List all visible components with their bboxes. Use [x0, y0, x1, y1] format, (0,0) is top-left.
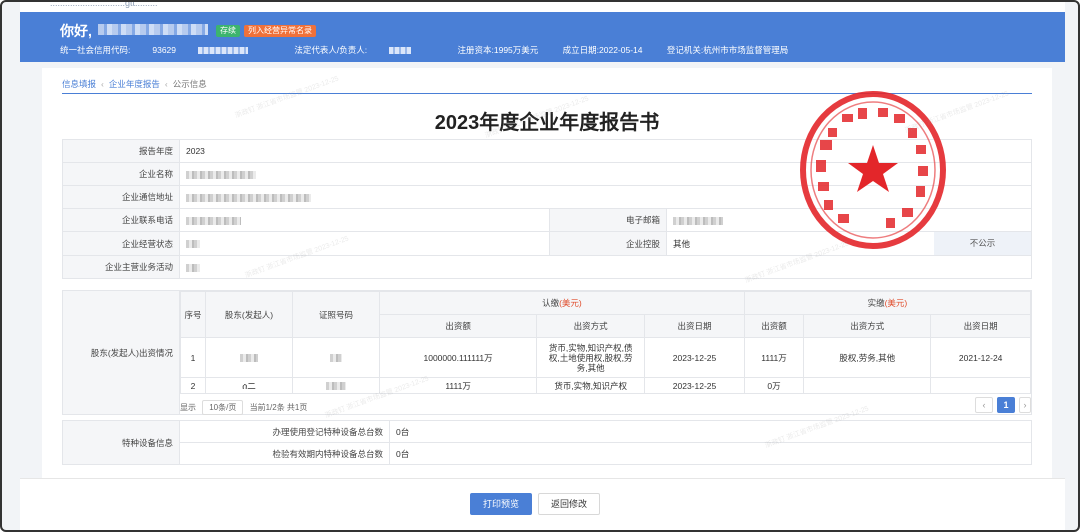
holding-label: 企业控股: [549, 231, 667, 256]
email-label: 电子邮箱: [549, 208, 667, 232]
table-row: 检验有效期内特种设备总台数 0台: [63, 442, 1032, 465]
col-paid-method: 出资方式: [803, 314, 932, 338]
redacted-text: [330, 354, 342, 363]
col-sub-amount: 出资额: [378, 314, 538, 338]
row-paid-date: 2021-12-24: [930, 337, 1031, 378]
breadcrumb-info-filing[interactable]: 信息填报: [62, 79, 96, 89]
table-row: 1 1000000.111111万 货币,实物,知识产权,债权,土地使用权,股权…: [180, 337, 1031, 378]
table-header-row: 序号 股东(发起人) 证照号码 认缴(美元) 实缴(美元): [180, 291, 1032, 338]
footer-action-bar: 打印预览 返回修改: [20, 478, 1065, 530]
equipment-section-label: 特种设备信息: [62, 420, 180, 465]
breadcrumb-current: 公示信息: [172, 79, 207, 89]
breadcrumb-separator: ‹: [164, 79, 168, 89]
legal-rep: 法定代表人/负责人:: [294, 45, 433, 55]
greeting: 你好,: [60, 23, 92, 39]
shareholder-table: 序号 股东(发起人) 证照号码 认缴(美元) 实缴(美元) 出资额 出资方式 出…: [180, 291, 1032, 394]
redacted-text: [673, 216, 723, 225]
table-row: 特种设备信息 办理使用登记特种设备总台数 0台: [62, 420, 1032, 465]
equipment-inspected-label: 检验有效期内特种设备总台数: [179, 442, 390, 465]
main-business-value: [179, 255, 1032, 279]
status-label: 企业经营状态: [62, 231, 180, 256]
breadcrumb-annual-report[interactable]: 企业年度报告: [109, 79, 160, 89]
main-business-label: 企业主营业务活动: [62, 255, 180, 279]
address-label: 企业通信地址: [62, 185, 180, 209]
row-sub-date: 2023-12-25: [644, 377, 745, 394]
page-1-button[interactable]: 1: [997, 397, 1015, 413]
official-seal-stamp: [798, 90, 948, 250]
redacted-text: [326, 382, 346, 391]
status-badge: 存续: [216, 25, 240, 37]
row-holder: [205, 337, 293, 378]
legal-rep-redacted: [389, 47, 412, 55]
name-label: 企业名称: [62, 162, 180, 186]
col-subscribed: 认缴(美元): [379, 291, 745, 315]
row-paid-method: 股权,劳务,其他: [803, 337, 932, 378]
redacted-text: [240, 354, 258, 363]
shareholder-section-label: 股东(发起人)出资情况: [63, 291, 180, 414]
equipment-registered-label: 办理使用登记特种设备总台数: [179, 420, 390, 443]
abnormal-list-badge: 列入经营异常名录: [244, 25, 316, 37]
equipment-registered-value: 0台: [389, 420, 1032, 443]
col-id: 证照号码: [292, 291, 380, 338]
col-paid: 实缴(美元): [743, 291, 1032, 315]
credit-code-redacted: [198, 47, 249, 55]
breadcrumb-separator: ‹: [101, 79, 104, 89]
row-sub-method: 货币,实物,知识产权: [536, 377, 646, 394]
redacted-text: [186, 263, 200, 272]
row-holder: ሰ⼆: [205, 377, 293, 394]
row-paid-amount: 0万: [743, 377, 805, 394]
col-sub-method: 出资方式: [536, 314, 646, 338]
pagination-status: 当前1/2条 共1页: [249, 403, 308, 412]
pagination: 显示 10条/页 当前1/2条 共1页 ‹ 1 ›: [180, 396, 1031, 415]
row-id: [292, 377, 380, 394]
row-paid-amount: 1111万: [743, 337, 805, 378]
redacted-text: [186, 193, 311, 202]
back-edit-button[interactable]: 返回修改: [538, 493, 601, 515]
redacted-text: [186, 216, 241, 225]
print-preview-button[interactable]: 打印预览: [470, 493, 533, 515]
shareholder-section: 股东(发起人)出资情况 序号 股东(发起人) 证照号码 认缴(美元) 实缴(美元…: [62, 290, 1032, 415]
table-row: 2 ሰ⼆ 1111万 货币,实物,知识产权 2023-12-25 0万: [180, 377, 1031, 394]
browser-frame: ..............................gtt.......…: [0, 0, 1080, 532]
equipment-table: 特种设备信息 办理使用登记特种设备总台数 0台 检验有效期内特种设备总台数 0台: [62, 420, 1032, 465]
company-name-redacted: [98, 24, 208, 35]
registered-capital: 注册资本:1995万美元: [457, 45, 539, 55]
row-sub-date: 2023-12-25: [644, 337, 745, 378]
header-info-row: 统一社会信用代码: 93629 法定代表人/负责人: 注册资本:1995万美元 成…: [60, 44, 810, 56]
row-paid-method: [803, 377, 932, 394]
seal-icon: [800, 91, 946, 249]
phone-label: 企业联系电话: [62, 208, 180, 232]
prev-page-button[interactable]: ‹: [975, 397, 993, 413]
holding-public-flag: 不公示: [934, 232, 1031, 255]
url-text: ..............................gtt.......…: [50, 0, 158, 8]
col-sub-date: 出资日期: [644, 314, 745, 338]
pagination-info: 显示 10条/页 当前1/2条 共1页: [180, 400, 307, 415]
col-holder: 股东(发起人): [205, 291, 293, 338]
row-index: 2: [180, 377, 206, 394]
col-paid-amount: 出资额: [743, 314, 805, 338]
registration-authority: 登记机关:杭州市市场监督管理局: [666, 45, 789, 55]
next-page-button[interactable]: ›: [1019, 397, 1031, 413]
redacted-text: [186, 170, 256, 179]
table-row: 企业主营业务活动: [62, 255, 1032, 279]
row-paid-date: [930, 377, 1031, 394]
row-id: [292, 337, 380, 378]
credit-code: 统一社会信用代码: 93629: [60, 45, 270, 55]
year-label: 报告年度: [62, 139, 180, 163]
row-index: 1: [180, 337, 206, 378]
top-strip: ..............................gtt.......…: [20, 2, 1065, 12]
row-sub-method: 货币,实物,知识产权,债权,土地使用权,股权,劳务,其他: [536, 337, 646, 378]
row-sub-amount: 1111万: [378, 377, 538, 394]
breadcrumb: 信息填报 ‹ 企业年度报告 ‹ 公示信息: [62, 78, 207, 90]
equipment-inspected-value: 0台: [389, 442, 1032, 465]
col-index: 序号: [180, 291, 206, 338]
company-header: 你好, 存续 列入经营异常名录 统一社会信用代码: 93629 法定代表人/负责人…: [20, 12, 1065, 62]
established-date: 成立日期:2022-05-14: [562, 45, 643, 55]
redacted-text: [186, 240, 200, 249]
row-sub-amount: 1000000.111111万: [378, 337, 538, 378]
col-paid-date: 出资日期: [930, 314, 1031, 338]
phone-value: [179, 208, 550, 232]
page-size-select[interactable]: 10条/页: [202, 400, 244, 415]
status-value: [179, 231, 550, 256]
